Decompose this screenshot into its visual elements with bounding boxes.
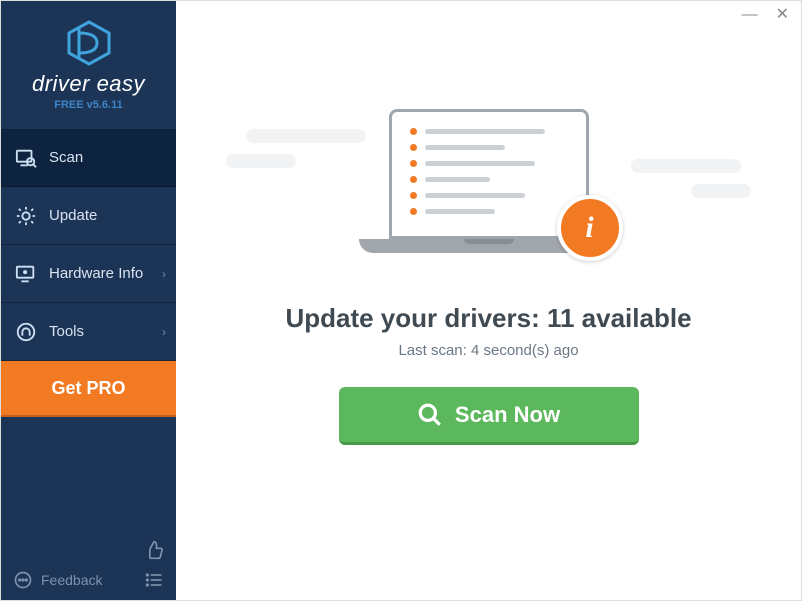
nav-item-scan[interactable]: Scan (1, 129, 176, 187)
nav-label: Scan (49, 149, 83, 166)
feedback-label: Feedback (41, 572, 102, 588)
feedback-button[interactable]: Feedback (13, 570, 102, 590)
scan-now-button[interactable]: Scan Now (339, 387, 639, 445)
close-button[interactable]: ✕ (776, 7, 789, 23)
thumbs-up-icon[interactable] (144, 540, 164, 560)
nav-label: Update (49, 207, 97, 224)
last-scan-label: Last scan: 4 second(s) ago (398, 342, 578, 359)
decorative-cloud (631, 159, 741, 173)
nav-label: Tools (49, 323, 84, 340)
chat-icon (13, 570, 33, 590)
minimize-button[interactable]: — (742, 7, 758, 23)
chevron-right-icon: › (162, 267, 166, 281)
info-badge-icon: i (557, 195, 623, 261)
decorative-cloud (246, 129, 366, 143)
app-logo-icon (65, 19, 113, 67)
nav-item-tools[interactable]: Tools › (1, 303, 176, 361)
brand-name: driver easy (1, 71, 176, 97)
decorative-cloud (226, 154, 296, 168)
monitor-info-icon (15, 263, 37, 285)
sidebar: driver easy FREE v5.6.11 Scan Update (1, 1, 176, 600)
nav: Scan Update Hardware Info › Tools (1, 129, 176, 417)
nav-label: Hardware Info (49, 265, 143, 282)
tools-icon (15, 321, 37, 343)
nav-item-update[interactable]: Update (1, 187, 176, 245)
laptop-illustration: i (359, 109, 619, 279)
nav-item-hardware-info[interactable]: Hardware Info › (1, 245, 176, 303)
logo-block: driver easy FREE v5.6.11 (1, 1, 176, 123)
chevron-right-icon: › (162, 325, 166, 339)
monitor-search-icon (15, 147, 37, 169)
list-menu-icon[interactable] (144, 570, 164, 590)
get-pro-label: Get PRO (51, 378, 125, 399)
headline: Update your drivers: 11 available (285, 303, 691, 334)
version-label: FREE v5.6.11 (1, 99, 176, 111)
scan-now-label: Scan Now (455, 402, 560, 428)
search-icon (417, 402, 443, 428)
main-panel: i Update your drivers: 11 available Last… (176, 29, 801, 600)
gear-update-icon (15, 205, 37, 227)
decorative-cloud (691, 184, 751, 198)
get-pro-button[interactable]: Get PRO (1, 361, 176, 417)
